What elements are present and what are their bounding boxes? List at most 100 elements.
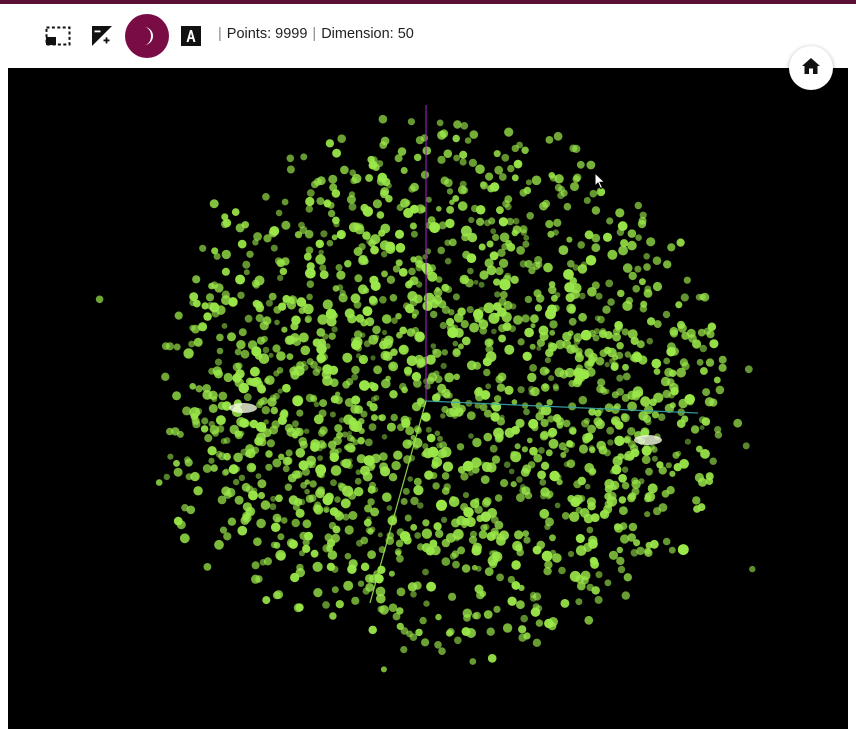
- scatter-point: [605, 279, 614, 288]
- scatter-point: [435, 286, 440, 292]
- scatter-point: [449, 495, 456, 502]
- scatter-point: [288, 539, 298, 549]
- scatter-point: [216, 415, 226, 426]
- scatter-point: [699, 344, 707, 353]
- scatter-point: [567, 550, 575, 558]
- scatter-point: [227, 332, 236, 342]
- scatter-plot-canvas[interactable]: [8, 68, 848, 729]
- scatter-point: [426, 581, 436, 592]
- scatter-point: [425, 196, 432, 203]
- scatter-point: [604, 579, 612, 587]
- scatter-point: [575, 598, 583, 606]
- scatter-point: [386, 275, 396, 284]
- scatter-point: [444, 372, 455, 383]
- scatter-point: [411, 313, 417, 319]
- scatter-point: [253, 377, 262, 385]
- scatter-point: [163, 473, 170, 481]
- scatter-point: [279, 267, 288, 276]
- scatter-point: [538, 447, 545, 454]
- scatter-point: [335, 391, 341, 397]
- scatter-point: [709, 457, 717, 465]
- scatter-point: [530, 323, 536, 329]
- scatter-point: [430, 310, 438, 319]
- scatter-point: [503, 461, 511, 469]
- scatter-point: [529, 343, 536, 350]
- scatter-plot[interactable]: [8, 68, 848, 729]
- scatter-point: [621, 591, 630, 600]
- brightness-contrast-button[interactable]: [80, 14, 124, 58]
- scatter-point: [567, 330, 574, 337]
- scatter-point: [362, 306, 373, 317]
- scatter-point: [627, 229, 637, 238]
- scatter-point: [646, 237, 656, 247]
- scatter-point: [444, 257, 452, 265]
- scatter-point: [540, 418, 549, 428]
- scatter-point: [373, 394, 380, 401]
- scatter-point: [328, 365, 339, 375]
- scatter-point: [533, 289, 542, 298]
- scatter-point: [718, 363, 727, 372]
- scatter-point: [357, 437, 365, 445]
- scatter-point: [277, 533, 285, 541]
- scatter-point: [346, 462, 354, 470]
- scatter-point: [463, 614, 471, 622]
- scatter-point: [410, 591, 417, 598]
- scatter-point: [273, 542, 281, 549]
- scatter-point: [453, 373, 460, 380]
- scatter-point: [469, 658, 477, 665]
- scatter-point: [403, 366, 413, 375]
- scatter-point: [483, 497, 492, 506]
- scatter-point: [504, 203, 512, 211]
- scatter-point: [414, 153, 422, 162]
- selection-box-button[interactable]: [36, 14, 80, 58]
- scatter-point: [499, 291, 508, 299]
- scatter-point: [607, 249, 618, 260]
- scatter-point: [554, 183, 563, 192]
- scatter-point: [700, 367, 708, 375]
- home-button[interactable]: [789, 46, 833, 90]
- scatter-point: [620, 239, 629, 248]
- scatter-point: [472, 437, 482, 448]
- scatter-point: [227, 517, 237, 526]
- scatter-point: [410, 524, 418, 531]
- scatter-point: [310, 361, 318, 369]
- scatter-point: [336, 229, 346, 240]
- scatter-point: [322, 333, 329, 340]
- scatter-point: [203, 563, 212, 571]
- scatter-point: [646, 337, 654, 345]
- scatter-point: [357, 580, 365, 587]
- scatter-point: [292, 396, 303, 407]
- scatter-point: [637, 219, 647, 229]
- night-mode-button[interactable]: [125, 14, 169, 58]
- scatter-point: [435, 529, 444, 538]
- scatter-point: [273, 392, 280, 400]
- scatter-point: [362, 587, 370, 595]
- scatter-point: [296, 297, 307, 307]
- scatter-point: [673, 463, 682, 472]
- scatter-point: [607, 298, 615, 306]
- scatter-point: [368, 423, 377, 431]
- scatter-point: [407, 118, 415, 126]
- scatter-point: [208, 282, 215, 290]
- scatter-point: [700, 292, 710, 302]
- scatter-point: [300, 153, 308, 161]
- scatter-point: [636, 546, 645, 556]
- scatter-point: [487, 338, 494, 346]
- scatter-point: [313, 588, 323, 598]
- scatter-point: [351, 173, 362, 184]
- scatter-point: [344, 308, 355, 319]
- scatter-point: [294, 231, 303, 239]
- scatter-point: [220, 438, 227, 445]
- scatter-point: [670, 387, 679, 396]
- scatter-point: [171, 427, 180, 436]
- scatter-point: [242, 502, 252, 512]
- scatter-point: [583, 417, 590, 424]
- scatter-point: [338, 293, 348, 303]
- label-text-button[interactable]: [169, 14, 213, 58]
- scatter-point: [340, 498, 351, 509]
- scatter-point: [456, 443, 465, 451]
- scatter-point: [617, 565, 626, 574]
- scatter-point: [639, 278, 646, 286]
- scatter-point: [398, 344, 409, 355]
- scatter-point: [666, 486, 675, 495]
